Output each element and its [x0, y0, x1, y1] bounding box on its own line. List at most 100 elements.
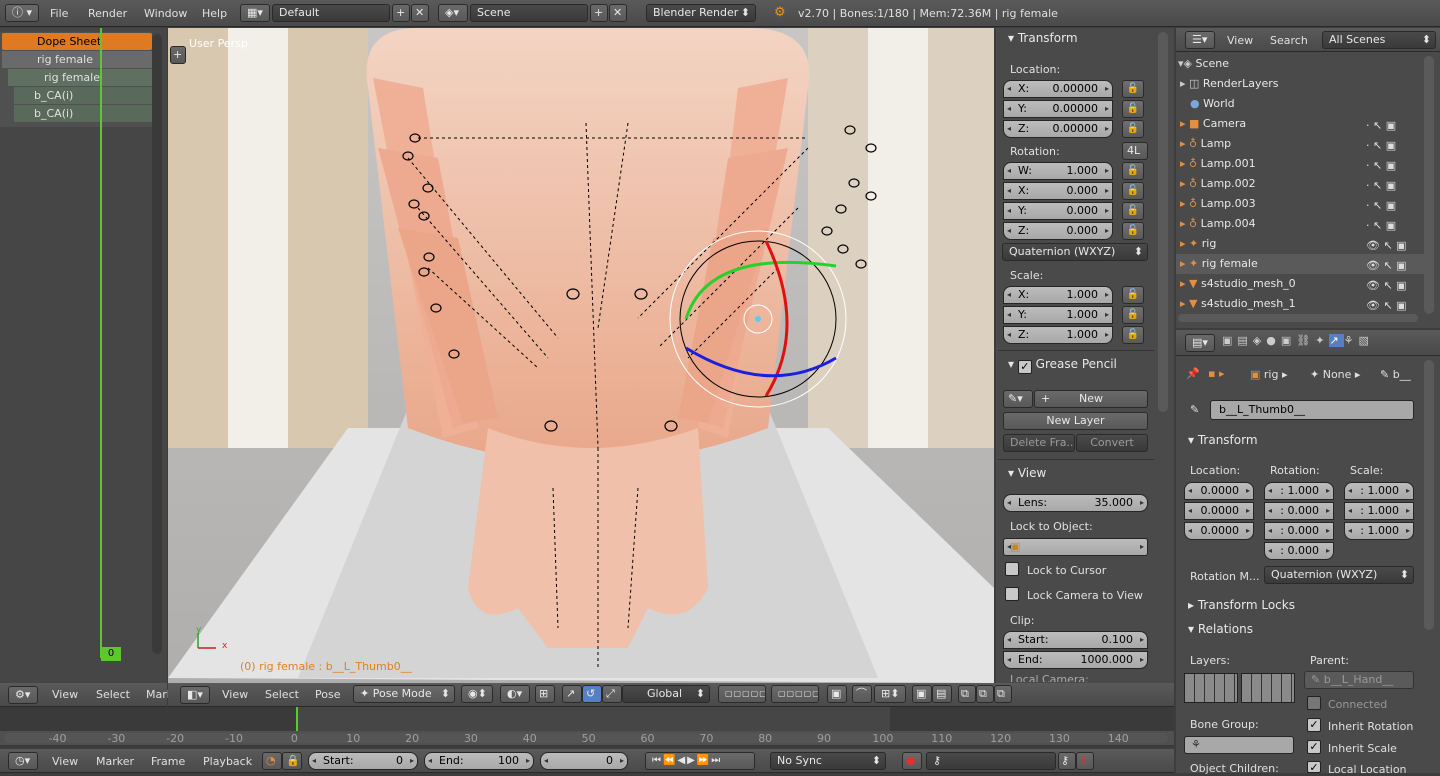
bone-group-field[interactable]: ⚘ [1184, 736, 1294, 754]
bone-layers-grid-a[interactable] [1184, 673, 1238, 703]
scene-select[interactable]: Scene [470, 4, 588, 22]
outliner-filter-select[interactable]: All Scenes ⬍ [1322, 31, 1436, 49]
screen-layout-select[interactable]: Default [272, 4, 390, 22]
lock-object-field[interactable]: ▣ [1003, 538, 1148, 556]
bone-name-field[interactable]: b__L_Thumb0__ [1210, 400, 1414, 420]
transform-locks-header[interactable]: ▸ Transform Locks [1188, 598, 1295, 612]
inherit-scale-checkbox[interactable]: ✓ [1307, 740, 1321, 754]
timeline-menu-view[interactable]: View [52, 755, 78, 768]
grease-pencil-new-button[interactable]: + New [1034, 390, 1148, 408]
bone-loc-x[interactable]: 0.0000 [1184, 482, 1254, 500]
timeline-editor-button[interactable]: ◷▾ [8, 752, 38, 770]
outliner-vscrollbar[interactable] [1424, 56, 1434, 314]
dopesheet-row-object[interactable]: rig female [2, 51, 152, 68]
current-frame-indicator[interactable]: 0 [101, 647, 121, 661]
properties-scrollbar[interactable] [1424, 360, 1434, 630]
timeline-menu-frame[interactable]: Frame [151, 755, 185, 768]
lock-icon[interactable]: 🔓 [1122, 202, 1144, 220]
outliner-item-world[interactable]: ● World [1176, 94, 1424, 114]
viewport-menu-view[interactable]: View [222, 688, 248, 701]
menu-help[interactable]: Help [202, 7, 227, 20]
scale-z-field[interactable]: Z: 1.000 [1003, 326, 1113, 344]
properties-editor-button[interactable]: ▤▾ [1185, 334, 1215, 352]
copy-pose-button[interactable]: ⧉ [958, 685, 976, 703]
inherit-rotation-checkbox[interactable]: ✓ [1307, 718, 1321, 732]
editor-type-button[interactable]: ⓘ ▾ [5, 4, 39, 22]
lock-cursor-checkbox[interactable] [1005, 562, 1019, 576]
outliner-item-renderlayers[interactable]: ▸ ◫ RenderLayers [1176, 74, 1424, 94]
playback-controls[interactable]: ⏮⏪◀▶⏩⏭ [645, 752, 755, 770]
bone-layers-grid-b[interactable] [1241, 673, 1295, 703]
shading-select[interactable]: ◉⬍ [461, 685, 493, 703]
rotation-4l-toggle[interactable]: 4L [1122, 142, 1148, 160]
dopesheet-row-armature[interactable]: rig female [8, 69, 152, 86]
grease-pencil-checkbox[interactable]: ✓ [1017, 360, 1032, 374]
lock-icon[interactable]: 🔓 [1122, 306, 1144, 324]
scale-manipulator-button[interactable]: ⤢ [602, 685, 622, 703]
bone-rot-w[interactable]: : 1.000 [1264, 482, 1334, 500]
viewport-menu-select[interactable]: Select [265, 688, 299, 701]
lock-icon[interactable]: 🔓 [1122, 222, 1144, 240]
timeline-scrollbar[interactable] [4, 733, 1168, 743]
properties-tabs[interactable]: ▣▤◈●▣⛓✦↗⚘▧ [1222, 334, 1440, 352]
paste-pose-button[interactable]: ⧉ [976, 685, 994, 703]
clip-end-field[interactable]: End: 1000.000 [1003, 651, 1148, 669]
start-frame-field[interactable]: Start: 0 [308, 752, 418, 770]
layer-buttons-a[interactable]: ▢▢▢▢▢ [718, 685, 766, 703]
outliner-visibility-column[interactable]: · ↖ ▣ · ↖ ▣ · ↖ ▣ · ↖ ▣ · ↖ ▣ · ↖ ▣ 👁 ↖ ▣ 👁 ↖ ▣… [1366, 116, 1420, 312]
scale-y-field[interactable]: Y: 1.000 [1003, 306, 1113, 324]
rotation-x-field[interactable]: X: 0.000 [1003, 182, 1113, 200]
timeline-menu-marker[interactable]: Marker [96, 755, 134, 768]
lock-icon[interactable]: 🔓 [1122, 100, 1144, 118]
render-anim-button[interactable]: ▤ [932, 685, 952, 703]
bone-rot-z[interactable]: : 0.000 [1264, 542, 1334, 560]
sidebar-scrollbar[interactable] [1158, 32, 1168, 412]
relations-header[interactable]: ▾ Relations [1188, 622, 1253, 636]
add-scene-button[interactable]: + [590, 4, 608, 22]
layer-lock-button[interactable]: ▣ [827, 685, 847, 703]
scene-icon[interactable]: ◈▾ [438, 4, 468, 22]
delete-keyframe-button[interactable]: ⚷ [1076, 752, 1094, 770]
bone-rot-x[interactable]: : 0.000 [1264, 502, 1334, 520]
lock-frame-button[interactable]: 🔒 [282, 752, 302, 770]
convert-button[interactable]: Convert [1076, 434, 1148, 452]
grease-pencil-icon[interactable]: ✎▾ [1003, 390, 1033, 408]
location-y-field[interactable]: Y: 0.00000 [1003, 100, 1113, 118]
render-engine-select[interactable]: Blender Render ⬍ [646, 4, 756, 22]
dopesheet-menu-view[interactable]: View [52, 688, 78, 701]
connected-checkbox[interactable] [1307, 696, 1321, 710]
location-x-field[interactable]: X: 0.00000 [1003, 80, 1113, 98]
layer-buttons-b[interactable]: ▢▢▢▢▢ [771, 685, 819, 703]
sync-select[interactable]: No Sync ⬍ [770, 752, 886, 770]
menu-file[interactable]: File [50, 7, 68, 20]
outliner-hscrollbar[interactable] [1178, 314, 1418, 322]
dopesheet-menu-select[interactable]: Select [96, 688, 130, 701]
snap-toggle[interactable]: ⌒ [852, 685, 872, 703]
timeline-menu-playback[interactable]: Playback [203, 755, 252, 768]
orientation-select[interactable]: Global ⬍ [622, 685, 710, 703]
dopesheet-row-bone[interactable]: b_CA(i) [14, 105, 152, 122]
bone-scale-y[interactable]: : 1.000 [1344, 502, 1414, 520]
screen-layout-icon[interactable]: ▦▾ [240, 4, 270, 22]
viewport-editor-button[interactable]: ◧▾ [180, 686, 210, 704]
current-frame-field[interactable]: 0 [540, 752, 628, 770]
dopesheet-row-bone[interactable]: b_CA(i) [14, 87, 152, 104]
rotation-z-field[interactable]: Z: 0.000 [1003, 222, 1113, 240]
sidebar-transform-header[interactable]: ▾ Transform [1008, 31, 1078, 45]
breadcrumb-bone[interactable]: ✎ b__ [1380, 368, 1411, 381]
new-layer-button[interactable]: New Layer [1003, 412, 1148, 430]
lock-icon[interactable]: 🔓 [1122, 182, 1144, 200]
viewport-add-button[interactable]: + [170, 46, 186, 64]
bone-rot-mode-select[interactable]: Quaternion (WXYZ) ⬍ [1264, 566, 1414, 584]
menu-render[interactable]: Render [88, 7, 127, 20]
parent-field[interactable]: ✎ b__L_Hand__ [1304, 671, 1414, 689]
keying-set-field[interactable]: ⚷ [926, 752, 1056, 770]
snap-element-select[interactable]: ⊞⬍ [874, 685, 906, 703]
bone-scale-x[interactable]: : 1.000 [1344, 482, 1414, 500]
manipulator-toggle[interactable]: ⊞ [535, 685, 555, 703]
viewport-menu-pose[interactable]: Pose [315, 688, 340, 701]
lock-icon[interactable]: 🔓 [1122, 326, 1144, 344]
lock-icon[interactable]: 🔓 [1122, 80, 1144, 98]
lens-field[interactable]: Lens: 35.000 [1003, 494, 1148, 512]
pivot-select[interactable]: ◐▾ [500, 685, 530, 703]
